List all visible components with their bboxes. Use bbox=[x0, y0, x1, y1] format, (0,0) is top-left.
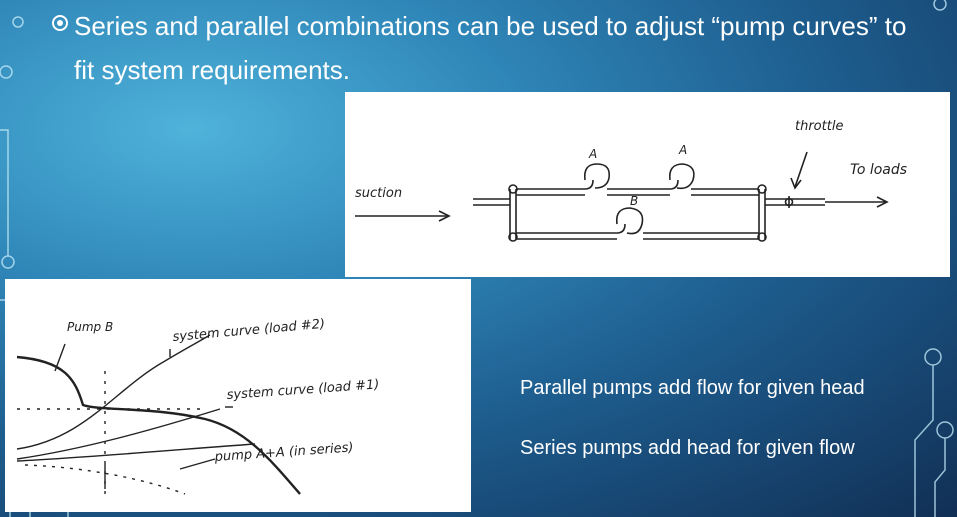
system-curve-1-label: system curve (load #1) bbox=[226, 377, 380, 403]
pump-schematic-panel: suction A A B throttle To loads bbox=[345, 92, 950, 277]
pump-a1-label: A bbox=[588, 147, 597, 161]
system-curve-2-label: system curve (load #2) bbox=[172, 317, 326, 345]
pump-curves-panel: Pump B system curve (load #2) system cur… bbox=[5, 279, 471, 512]
throttle-label: throttle bbox=[795, 119, 843, 134]
to-loads-label: To loads bbox=[850, 162, 907, 178]
caption-series: Series pumps add head for given flow bbox=[520, 437, 855, 459]
pump-b-curve-label: Pump B bbox=[67, 320, 113, 334]
bullet-circle-icon bbox=[52, 15, 68, 31]
bullet-text: Series and parallel combinations can be … bbox=[74, 11, 907, 85]
series-curve-label: pump A+A (in series) bbox=[213, 440, 354, 465]
pump-a2-label: A bbox=[678, 143, 687, 157]
caption-parallel: Parallel pumps add flow for given head bbox=[520, 377, 865, 399]
pump-curves-drawing: Pump B system curve (load #2) system cur… bbox=[16, 317, 380, 495]
suction-label: suction bbox=[355, 186, 402, 201]
pump-schematic-drawing: suction A A B throttle To loads bbox=[355, 119, 907, 242]
pump-b-label: B bbox=[630, 194, 638, 208]
